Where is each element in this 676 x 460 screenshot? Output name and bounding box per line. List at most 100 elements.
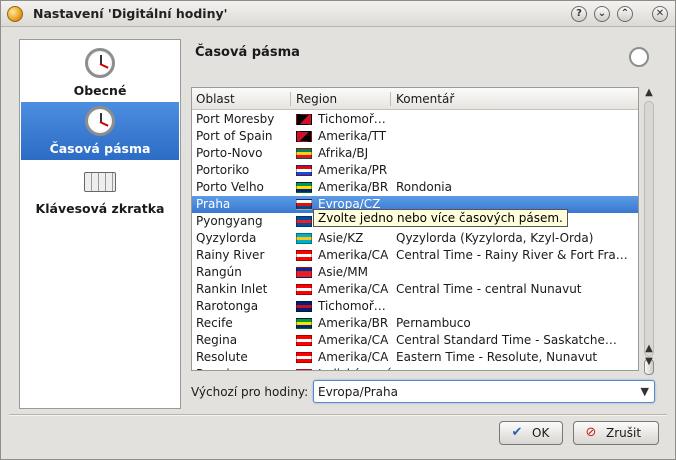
settings-dialog: Nastavení 'Digitální hodiny' ? ⌄ ⌃ ✕ Obe…	[0, 0, 676, 460]
cell-comment: Eastern Time - Resolute, Nunavut	[396, 350, 598, 364]
cell-region: Amerika/BR	[318, 180, 389, 194]
clock-icon	[85, 48, 115, 78]
cancel-button-label: Zrušit	[606, 426, 642, 440]
cell-area: Rangún	[196, 265, 242, 279]
cell-region: Amerika/BR	[318, 316, 389, 330]
cell-area: Port of Spain	[196, 129, 273, 143]
cell-comment: Rondonia	[396, 180, 452, 194]
flag-icon	[296, 148, 312, 159]
cell-area: Recife	[196, 316, 233, 330]
cancel-button[interactable]: ⊘ Zrušit	[573, 421, 659, 445]
table-row[interactable]: Rankin Inlet Amerika/CA Central Time - cen…	[192, 281, 638, 298]
help-button[interactable]: ?	[571, 6, 587, 22]
flag-icon	[296, 199, 312, 210]
chevron-down-icon: ▼	[640, 385, 649, 398]
settings-sidebar: Obecné Časová pásma Klávesová zkratka	[19, 39, 181, 409]
cell-region: Amerika/CA	[318, 248, 389, 262]
ok-button-label: OK	[532, 426, 550, 440]
table-row[interactable]: Recife Amerika/BR Pernambuco	[192, 315, 638, 332]
sidebar-item-label: Klávesová zkratka	[35, 201, 165, 216]
minimize-button[interactable]: ⌄	[594, 6, 610, 22]
column-divider[interactable]	[390, 92, 391, 106]
tooltip: Zvolte jedno nebo více časových pásem.	[313, 209, 568, 227]
clock-icon	[85, 106, 115, 136]
table-row[interactable]: Qyzylorda Asie/KZ Qyzylorda (Kyzylorda, Kz…	[192, 230, 638, 247]
maximize-button[interactable]: ⌃	[617, 6, 633, 22]
flag-icon	[296, 335, 312, 346]
ok-button[interactable]: ✔ OK	[499, 421, 563, 445]
column-header-area[interactable]: Oblast	[196, 92, 235, 106]
flag-icon	[296, 267, 312, 278]
table-row[interactable]: Reunion Indický oceá…	[192, 366, 638, 370]
default-clock-select[interactable]: Evropa/Praha ▼	[313, 380, 655, 403]
table-row[interactable]: Port Moresby Tichomoř…	[192, 111, 638, 128]
cell-area: Rarotonga	[196, 299, 259, 313]
default-clock-value: Evropa/Praha	[318, 385, 398, 399]
flag-icon	[296, 131, 312, 142]
table-row[interactable]: Rangún Asie/MM	[192, 264, 638, 281]
digital-clock-app-icon[interactable]	[7, 6, 23, 22]
cell-region: Amerika/CA	[318, 282, 389, 296]
flag-icon	[296, 165, 312, 176]
sidebar-item-label: Obecné	[73, 83, 127, 98]
scrollbar-track[interactable]	[644, 101, 654, 357]
sidebar-item-time-zones[interactable]: Časová pásma	[21, 102, 179, 160]
flag-icon	[296, 369, 312, 370]
cell-area: Rainy River	[196, 248, 265, 262]
divider	[9, 414, 667, 416]
check-icon: ✔	[511, 425, 523, 440]
default-clock-label: Výchozí pro hodiny:	[191, 385, 309, 399]
keyboard-icon	[84, 172, 116, 192]
list-scrollbar[interactable]: ▲ ▲ ▼	[641, 87, 657, 375]
cell-region: Asie/MM	[318, 265, 368, 279]
cell-comment: Central Time - Rainy River & Fort Fra…	[396, 248, 628, 262]
table-row[interactable]: Portoriko Amerika/PR	[192, 162, 638, 179]
cell-region: Afrika/BJ	[318, 146, 369, 160]
timezone-list[interactable]: Oblast Region Komentář Port Moresby Ticho…	[191, 87, 639, 371]
table-row[interactable]: Rainy River Amerika/CA Central Time - Rain…	[192, 247, 638, 264]
flag-icon	[296, 182, 312, 193]
flag-icon	[296, 250, 312, 261]
flag-icon	[296, 301, 312, 312]
cell-area: Rankin Inlet	[196, 282, 268, 296]
list-header: Oblast Region Komentář	[192, 88, 638, 110]
scroll-up-icon[interactable]: ▲	[643, 87, 655, 101]
sidebar-item-label: Časová pásma	[49, 141, 151, 156]
table-row[interactable]: Resolute Amerika/CA Eastern Time - Resolut…	[192, 349, 638, 366]
column-header-region[interactable]: Region	[296, 92, 337, 106]
table-row[interactable]: Porto-Novo Afrika/BJ	[192, 145, 638, 162]
cell-region: Tichomoř…	[318, 299, 386, 313]
flag-icon	[296, 284, 312, 295]
close-button[interactable]: ✕	[652, 6, 668, 22]
page-title: Časová pásma	[195, 45, 300, 60]
cell-region: Amerika/CA	[318, 333, 389, 347]
cell-area: Pyongyang	[196, 214, 263, 228]
title-bar[interactable]: Nastavení 'Digitální hodiny' ? ⌄ ⌃ ✕	[1, 1, 675, 27]
cell-area: Porto Velho	[196, 180, 264, 194]
cell-area: Portoriko	[196, 163, 250, 177]
cell-region: Indický oceá…	[318, 367, 392, 370]
scroll-down-icon[interactable]: ▼	[643, 356, 655, 370]
scroll-up-icon[interactable]: ▲	[643, 343, 655, 357]
cancel-icon: ⊘	[585, 425, 597, 440]
table-row[interactable]: Porto Velho Amerika/BR Rondonia	[192, 179, 638, 196]
column-header-comment[interactable]: Komentář	[396, 92, 454, 106]
window-title: Nastavení 'Digitální hodiny'	[33, 6, 228, 21]
table-row[interactable]: Port of Spain Amerika/TT	[192, 128, 638, 145]
table-row[interactable]: Regina Amerika/CA Central Standard Time - …	[192, 332, 638, 349]
cell-region: Tichomoř…	[318, 112, 386, 126]
table-row[interactable]: Rarotonga Tichomoř…	[192, 298, 638, 315]
cell-comment: Qyzylorda (Kyzylorda, Kzyl-Orda)	[396, 231, 594, 245]
cell-region: Amerika/CA	[318, 350, 389, 364]
cell-comment: Pernambuco	[396, 316, 471, 330]
sidebar-item-keyboard-shortcut[interactable]: Klávesová zkratka	[21, 162, 179, 220]
flag-icon	[296, 216, 312, 227]
column-divider[interactable]	[290, 92, 291, 106]
cell-region: Amerika/PR	[318, 163, 388, 177]
cell-region: Amerika/TT	[318, 129, 387, 143]
cell-area: Qyzylorda	[196, 231, 257, 245]
cell-area: Reunion	[196, 367, 291, 370]
flag-icon	[296, 318, 312, 329]
cell-comment: Central Time - central Nunavut	[396, 282, 582, 296]
sidebar-item-general[interactable]: Obecné	[21, 44, 179, 102]
